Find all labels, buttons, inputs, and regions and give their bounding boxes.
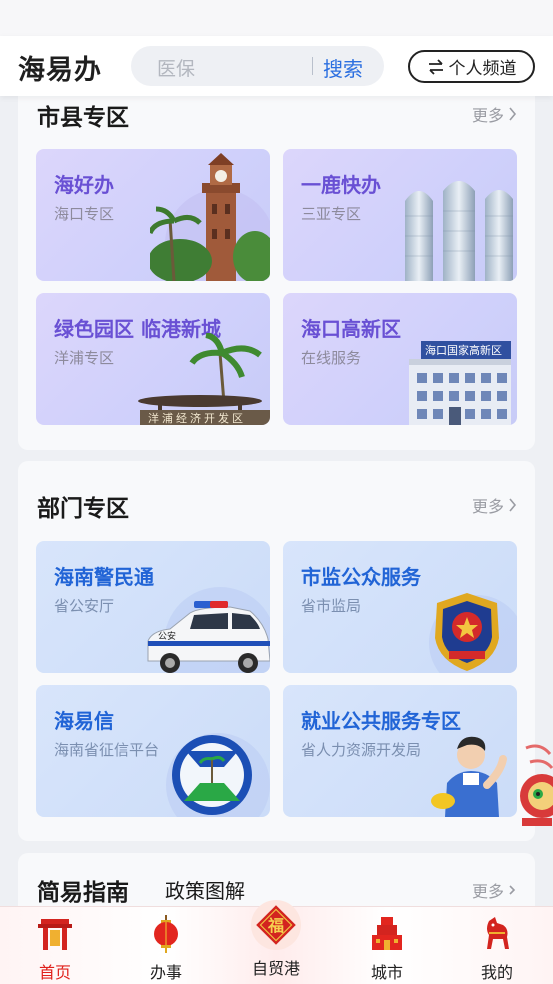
card-subtitle: 洋浦专区 <box>54 349 115 367</box>
card-title: 海口高新区 <box>301 317 401 341</box>
phoenix-towers-image <box>405 181 513 281</box>
card-subtitle: 海口专区 <box>54 205 115 223</box>
dept-more-link[interactable]: 更多 <box>472 493 517 517</box>
nav-mine-label: 我的 <box>480 963 513 982</box>
card-haihaoban[interactable]: 海好办 海口专区 <box>36 149 270 281</box>
card-subtitle: 省人力资源开发局 <box>301 741 422 759</box>
chevron-right-icon <box>509 498 517 512</box>
guide-more-link[interactable]: 更多 <box>472 878 517 902</box>
card-haikou-hightech[interactable]: 海口高新区 在线服务 海口国家高新区 <box>283 293 517 425</box>
lantern-icon <box>154 915 178 953</box>
yangpu-gate-image: 洋浦经济开发区 <box>138 333 270 425</box>
card-title: 一鹿快办 <box>301 173 381 197</box>
header-bar: 海易办 医保 搜索 个人频道 <box>0 36 553 96</box>
haiyixin-logo-icon <box>166 733 270 817</box>
search-input[interactable]: 医保 <box>157 54 195 81</box>
city-section: 市县专区 更多 海好办 海口专区 一鹿快办 三亚专区 绿色园区 临港新城 洋浦专… <box>18 80 535 450</box>
police-car-image: 公安 <box>147 587 270 673</box>
chevron-right-icon <box>509 885 516 895</box>
card-title: 海好办 <box>54 173 114 197</box>
card-subtitle: 在线服务 <box>301 349 362 367</box>
dept-section: 部门专区 更多 海南警民通 省公安厅 公安 市监公众服务 省市监局 海易信 海南… <box>18 461 535 841</box>
fu-icon: 福 <box>251 900 301 950</box>
nav-ftp-label: 自贸港 <box>251 959 300 978</box>
card-haiyixin[interactable]: 海易信 海南省征信平台 <box>36 685 270 817</box>
card-title: 市监公众服务 <box>301 565 421 589</box>
clock-tower-image <box>150 153 270 281</box>
nav-services-label: 办事 <box>149 963 182 982</box>
chevron-right-icon <box>509 107 517 121</box>
card-subtitle: 省市监局 <box>301 597 362 615</box>
yangpu-sign-text: 洋浦经济开发区 <box>148 411 246 425</box>
card-title: 海南警民通 <box>54 565 154 589</box>
gate-icon <box>38 919 72 950</box>
nav-home[interactable]: 首页 <box>20 913 90 983</box>
nav-home-label: 首页 <box>38 963 71 982</box>
fu-badge-text: 福 <box>267 916 284 935</box>
card-yilukuaiban[interactable]: 一鹿快办 三亚专区 <box>283 149 517 281</box>
top-strip <box>0 0 553 36</box>
card-subtitle: 省公安厅 <box>54 597 115 615</box>
hightech-sign-text: 海口国家高新区 <box>425 343 502 357</box>
dept-more-label: 更多 <box>471 497 504 516</box>
nav-ftp[interactable]: 福 自贸港 <box>241 899 311 979</box>
guide-tab-policy[interactable]: 政策图解 <box>165 875 245 904</box>
city-more-link[interactable]: 更多 <box>472 102 517 126</box>
card-title: 海易信 <box>54 709 114 733</box>
card-market-supervision[interactable]: 市监公众服务 省市监局 <box>283 541 517 673</box>
card-police[interactable]: 海南警民通 省公安厅 公安 <box>36 541 270 673</box>
card-subtitle: 海南省征信平台 <box>54 741 160 759</box>
card-yangpu[interactable]: 绿色园区 临港新城 洋浦专区 洋浦经济开发区 <box>36 293 270 425</box>
nav-city[interactable]: 城市 <box>352 913 422 983</box>
city-section-title: 市县专区 <box>37 105 129 131</box>
nav-services[interactable]: 办事 <box>131 913 201 983</box>
horse-icon <box>487 917 509 949</box>
building-icon <box>372 917 402 950</box>
card-subtitle: 三亚专区 <box>301 205 362 223</box>
nav-mine[interactable]: 我的 <box>462 913 532 983</box>
hightech-building-image: 海口国家高新区 <box>409 341 511 425</box>
festival-lion-icon <box>520 744 553 826</box>
personal-channel-label: 个人频道 <box>448 59 517 79</box>
card-employment[interactable]: 就业公共服务专区 省人力资源开发局 <box>283 685 517 817</box>
nav-city-label: 城市 <box>370 963 403 982</box>
guide-more-label: 更多 <box>471 882 504 901</box>
market-badge-icon <box>429 593 517 673</box>
search-box[interactable]: 医保 搜索 <box>131 46 384 86</box>
search-button[interactable]: 搜索 <box>323 53 363 82</box>
switch-arrows-icon <box>428 58 443 75</box>
app-logo: 海易办 <box>18 55 102 86</box>
dept-section-title: 部门专区 <box>37 496 129 522</box>
guide-tab-active[interactable]: 简易指南 <box>37 873 129 907</box>
search-divider <box>312 57 313 75</box>
car-label-text: 公安 <box>158 630 176 642</box>
personal-channel-button[interactable]: 个人频道 <box>408 50 535 83</box>
bottom-nav: 首页 办事 福 自贸港 城市 我的 <box>0 900 553 984</box>
city-more-label: 更多 <box>471 106 504 125</box>
